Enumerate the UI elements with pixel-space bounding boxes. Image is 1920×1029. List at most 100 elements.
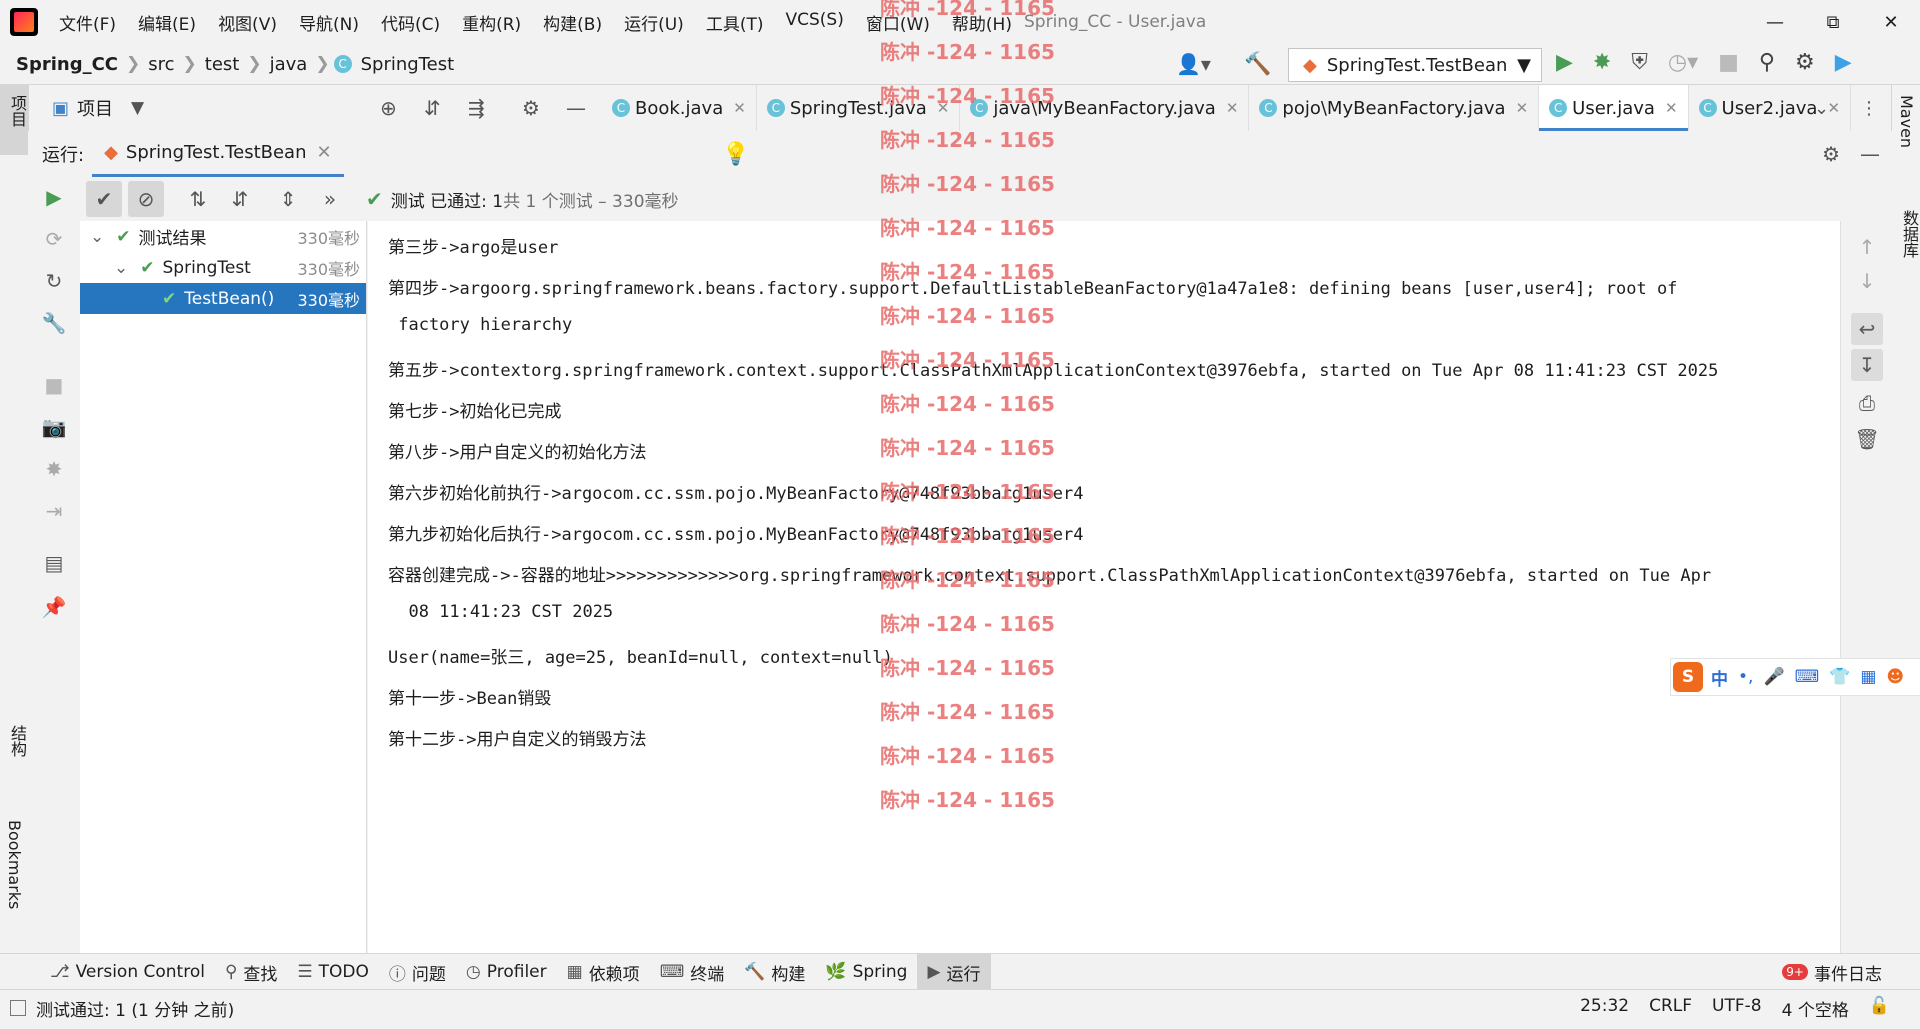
close-tab-icon[interactable]: ✕ bbox=[1665, 99, 1678, 117]
punctuation-icon[interactable]: •, bbox=[1738, 667, 1753, 687]
close-tab-icon[interactable]: ✕ bbox=[1827, 99, 1840, 117]
toolbox-icon[interactable]: ▦ bbox=[1860, 667, 1876, 687]
project-stripe-button[interactable]: 项目 bbox=[0, 85, 28, 155]
menu-item[interactable]: 导航(N) bbox=[288, 10, 370, 35]
menu-item[interactable]: 代码(C) bbox=[370, 10, 451, 35]
sort-duration-icon[interactable]: ⇵ bbox=[222, 181, 258, 217]
breadcrumb-project[interactable]: Spring_CC bbox=[12, 54, 122, 75]
editor-tab[interactable]: Cpojo\MyBeanFactory.java ✕ bbox=[1249, 85, 1540, 131]
arrow-up-icon[interactable]: ↑ bbox=[1855, 235, 1879, 259]
settings-gear-icon[interactable]: ⚙ bbox=[522, 96, 540, 120]
chevron-down-icon[interactable]: ▼ bbox=[131, 98, 144, 118]
file-encoding[interactable]: UTF-8 bbox=[1702, 996, 1772, 1021]
run-icon[interactable]: ▶ bbox=[1556, 50, 1573, 75]
microphone-icon[interactable]: 🎤 bbox=[1763, 667, 1784, 687]
menu-item[interactable]: 视图(V) bbox=[207, 10, 288, 35]
locate-icon[interactable]: ⊕ bbox=[380, 96, 397, 120]
soft-wrap-icon[interactable]: ↩ bbox=[1851, 313, 1883, 345]
breadcrumb-springtest[interactable]: SpringTest bbox=[357, 54, 459, 75]
structure-stripe-label[interactable]: 结构 bbox=[5, 725, 29, 757]
expand-all-icon[interactable]: ⇵ bbox=[424, 96, 441, 120]
wrench-icon[interactable]: 🔧 bbox=[42, 311, 67, 335]
ime-mode-label[interactable]: 中 bbox=[1711, 665, 1728, 690]
keyboard-icon[interactable]: ⌨ bbox=[1795, 667, 1820, 687]
chevron-down-icon[interactable]: ⌄ bbox=[114, 258, 128, 278]
status-message[interactable]: 测试通过: 1 (1 分钟 之前) bbox=[26, 996, 244, 1021]
menu-item[interactable]: 运行(U) bbox=[613, 10, 695, 35]
close-window-icon[interactable]: ✕ bbox=[1862, 0, 1920, 44]
caret-position[interactable]: 25:32 bbox=[1570, 996, 1639, 1021]
bottom-tool-button[interactable]: ◷ Profiler bbox=[456, 954, 557, 990]
arrow-down-icon[interactable]: ↓ bbox=[1855, 269, 1879, 293]
bottom-tool-button[interactable]: ⌨ 终端 bbox=[650, 954, 735, 990]
line-separator[interactable]: CRLF bbox=[1639, 996, 1702, 1021]
scroll-to-end-icon[interactable]: ↧ bbox=[1851, 349, 1883, 381]
bookmarks-stripe-label[interactable]: Bookmarks bbox=[5, 820, 24, 909]
event-log-button[interactable]: 9+ 事件日志 bbox=[1782, 960, 1882, 985]
menu-item[interactable]: 重构(R) bbox=[451, 10, 532, 35]
expand-all-icon[interactable]: ⇕ bbox=[270, 181, 306, 217]
camera-icon[interactable]: 📷 bbox=[42, 415, 67, 439]
show-ignored-icon[interactable]: ⊘ bbox=[128, 181, 164, 217]
test-tree-node[interactable]: ⌄ ✔ SpringTest 330毫秒 bbox=[80, 252, 366, 283]
bottom-tool-button[interactable]: 🌿 Spring bbox=[815, 954, 917, 990]
close-tab-icon[interactable]: ✕ bbox=[316, 142, 331, 163]
maven-stripe-label[interactable]: Maven bbox=[1897, 95, 1916, 148]
sort-alpha-icon[interactable]: ⇅ bbox=[180, 181, 216, 217]
user-icon[interactable]: 👤▾ bbox=[1176, 52, 1211, 76]
coverage-icon[interactable]: ⛨ bbox=[1631, 50, 1648, 75]
mascot-icon[interactable]: ☻ bbox=[1886, 667, 1904, 687]
chevron-down-icon[interactable]: ⌄ bbox=[1814, 98, 1829, 119]
menu-item[interactable]: 文件(F) bbox=[48, 10, 127, 35]
editor-tab[interactable]: C Book.java ✕ bbox=[602, 85, 757, 131]
bottom-tool-button[interactable]: ⎇ Version Control bbox=[40, 954, 215, 990]
breadcrumb-java[interactable]: java bbox=[266, 54, 312, 75]
bottom-tool-button[interactable]: 🔨 构建 bbox=[734, 954, 815, 990]
chevron-down-icon[interactable]: ⌄ bbox=[90, 227, 104, 247]
hide-panel-icon[interactable]: — bbox=[1860, 142, 1880, 166]
search-icon[interactable]: ⚲ bbox=[1759, 50, 1775, 75]
ime-toolbar[interactable]: S 中 •, 🎤 ⌨ 👕 ▦ ☻ bbox=[1670, 658, 1920, 696]
run-tab-springtest[interactable]: ◆ SpringTest.TestBean ✕ bbox=[92, 131, 344, 177]
project-panel-label[interactable]: 项目 bbox=[77, 95, 113, 121]
menu-item[interactable]: VCS(S) bbox=[774, 10, 854, 35]
jetbrains-icon[interactable]: ▶ bbox=[1835, 50, 1852, 75]
breadcrumb-src[interactable]: src bbox=[144, 54, 178, 75]
run-configuration-select[interactable]: ◆ SpringTest.TestBean ▼ bbox=[1288, 48, 1542, 82]
exit-icon[interactable]: ⇥ bbox=[42, 499, 66, 523]
menu-item[interactable]: 构建(B) bbox=[532, 10, 613, 35]
settings-gear-icon[interactable]: ⚙ bbox=[1795, 50, 1815, 75]
console-output[interactable]: 第三步->argo是user 第四步->argoorg.springframewo… bbox=[368, 221, 1840, 953]
pin-icon[interactable]: 📌 bbox=[42, 595, 67, 619]
menu-item[interactable]: 工具(T) bbox=[695, 10, 775, 35]
profile-icon[interactable]: ◷▾ bbox=[1668, 50, 1698, 75]
build-hammer-icon[interactable]: 🔨 bbox=[1244, 52, 1271, 77]
database-stripe-label[interactable]: 数据库 bbox=[1897, 210, 1920, 258]
print-icon[interactable]: ⎙ bbox=[1855, 391, 1879, 415]
indent-setting[interactable]: 4 个空格 bbox=[1772, 996, 1859, 1021]
maximize-icon[interactable]: ⧉ bbox=[1804, 0, 1862, 44]
trash-icon[interactable]: 🗑 bbox=[1854, 427, 1879, 451]
settings-gear-icon[interactable]: ⚙ bbox=[1822, 142, 1840, 166]
minimize-icon[interactable]: — bbox=[1746, 0, 1804, 44]
test-tree-node[interactable]: ✔ TestBean() 330毫秒 bbox=[80, 283, 366, 314]
show-passed-icon[interactable]: ✔ bbox=[86, 181, 122, 217]
close-tab-icon[interactable]: ✕ bbox=[1226, 99, 1239, 117]
debug-icon[interactable]: ✸ bbox=[1593, 50, 1611, 75]
close-tab-icon[interactable]: ✕ bbox=[733, 99, 746, 117]
lightbulb-icon[interactable]: 💡 bbox=[722, 142, 749, 167]
bottom-tool-button[interactable]: ▦ 依赖项 bbox=[557, 954, 650, 990]
hide-panel-icon[interactable]: — bbox=[566, 96, 586, 120]
status-toggle-icon[interactable] bbox=[10, 1000, 26, 1016]
close-tab-icon[interactable]: ✕ bbox=[1516, 99, 1529, 117]
collapse-all-icon[interactable]: ⇶ bbox=[468, 96, 485, 120]
lock-icon[interactable]: 🔓 bbox=[1859, 996, 1900, 1021]
toggle-auto-test-icon[interactable]: ↻ bbox=[42, 269, 66, 293]
bottom-tool-button[interactable]: ☰ TODO bbox=[287, 954, 379, 990]
bottom-tool-button[interactable]: ▶ 运行 bbox=[917, 954, 991, 990]
skin-icon[interactable]: 👕 bbox=[1829, 667, 1850, 687]
more-icon[interactable]: ⋮ bbox=[1860, 98, 1878, 119]
menu-item[interactable]: 编辑(E) bbox=[127, 10, 207, 35]
more-chevron-icon[interactable]: » bbox=[312, 181, 348, 217]
bottom-tool-button[interactable]: ⓘ 问题 bbox=[379, 954, 456, 990]
